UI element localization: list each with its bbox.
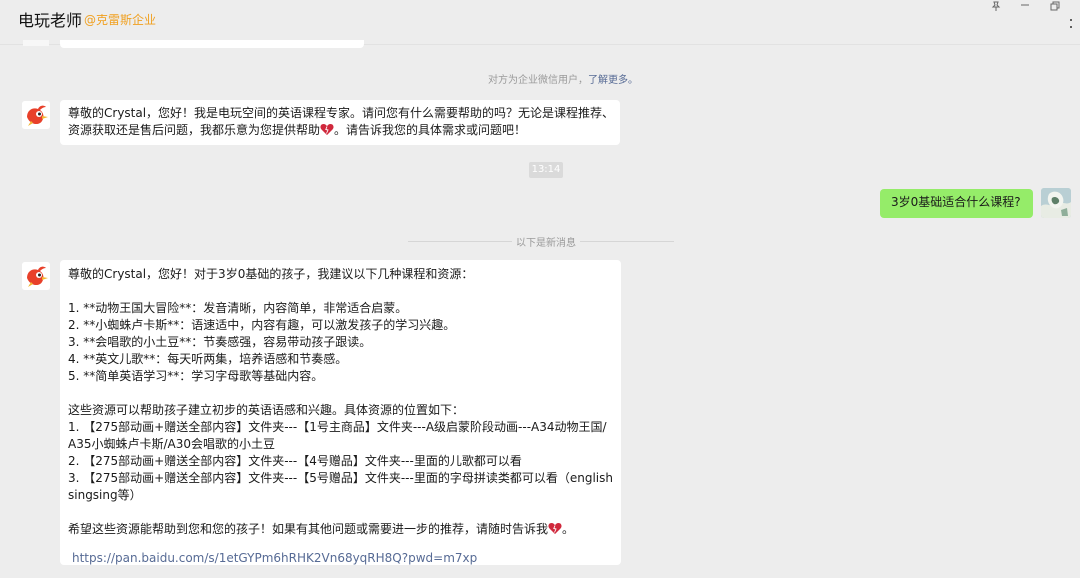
more-options-icon[interactable] (1068, 18, 1074, 30)
message-text: 。 (562, 522, 575, 536)
list-item: 3. 【275部动画+赠送全部内容】文件夹---【5号赠品】文件夹---里面的字… (68, 471, 613, 485)
list-item: 2. **小蜘蛛卢卡斯**：语速适中，内容有趣，可以激发孩子的学习兴趣。 (68, 318, 456, 332)
chat-header: 电玩老师 @克雷斯企业 (0, 0, 1080, 45)
message-text: 尊敬的Crystal，您好！我是电玩空间的英语课程专家。请问您有什么需要帮助的吗… (68, 106, 615, 120)
list-item: 3. **会唱歌的小土豆**：节奏感强，容易带动孩子跟读。 (68, 335, 372, 349)
message-bubble[interactable]: 尊敬的Crystal，您好！我是电玩空间的英语课程专家。请问您有什么需要帮助的吗… (60, 100, 620, 145)
divider-line (408, 241, 512, 242)
message-text: 3岁0基础适合什么课程? (891, 195, 1021, 209)
baidu-pan-link[interactable]: https://pan.baidu.com/s/1etGYPm6hRHK2Vn6… (68, 550, 613, 567)
message-bubble[interactable]: 3岁0基础适合什么课程? (880, 189, 1033, 218)
list-item: singsing等） (68, 488, 142, 502)
message-bubble[interactable]: 尊敬的Crystal，您好！对于3岁0基础的孩子，我建议以下几种课程和资源： 1… (60, 260, 621, 565)
user-photo-icon (1041, 188, 1071, 218)
minimize-icon[interactable] (1016, 0, 1034, 14)
message-text: 希望这些资源能帮助到您和您的孩子！如果有其他问题或需要进一步的推荐，请随时告诉我 (68, 522, 549, 536)
timestamp: 13:14 (529, 162, 563, 178)
avatar[interactable] (23, 40, 49, 46)
heart-icon (320, 124, 334, 135)
list-item: 2. 【275部动画+赠送全部内容】文件夹---【4号赠品】文件夹---里面的儿… (68, 454, 522, 468)
list-item: 1. **动物王国大冒险**：发音清晰，内容简单，非常适合启蒙。 (68, 301, 408, 315)
bird-icon (22, 101, 50, 129)
list-item: 4. **英文儿歌**：每天听两集，培养语感和节奏感。 (68, 352, 348, 366)
divider-line (580, 241, 674, 242)
pin-icon[interactable] (987, 0, 1005, 14)
list-item: 1. 【275部动画+赠送全部内容】文件夹---【1号主商品】文件夹---A级启… (68, 420, 607, 434)
bot-avatar[interactable] (22, 262, 50, 290)
new-messages-divider: 以下是新消息 (516, 238, 576, 249)
message-text: 资源获取还是售后问题，我都乐意为您提供帮助 (68, 123, 321, 137)
list-item: A35小蜘蛛卢卡斯/A30会唱歌的小土豆 (68, 437, 276, 451)
bot-avatar[interactable] (22, 101, 50, 129)
system-note: 对方为企业微信用户，了解更多。 (488, 75, 638, 86)
message-text: 。请告诉我您的具体需求或问题吧！ (334, 123, 527, 137)
list-item: 5. **简单英语学习**：学习字母歌等基础内容。 (68, 369, 324, 383)
contact-name[interactable]: 电玩老师 (18, 7, 82, 31)
bird-icon (22, 262, 50, 290)
message-text: 尊敬的Crystal，您好！对于3岁0基础的孩子，我建议以下几种课程和资源： (68, 267, 474, 281)
message-bubble[interactable] (60, 40, 364, 48)
learn-more-link[interactable]: 了解更多。 (588, 75, 638, 86)
user-avatar[interactable] (1041, 188, 1071, 218)
heart-icon (548, 523, 562, 534)
corp-tag: @克雷斯企业 (84, 13, 157, 27)
maximize-icon[interactable] (1046, 0, 1064, 14)
message-text: 这些资源可以帮助孩子建立初步的英语语感和兴趣。具体资源的位置如下： (68, 403, 465, 417)
